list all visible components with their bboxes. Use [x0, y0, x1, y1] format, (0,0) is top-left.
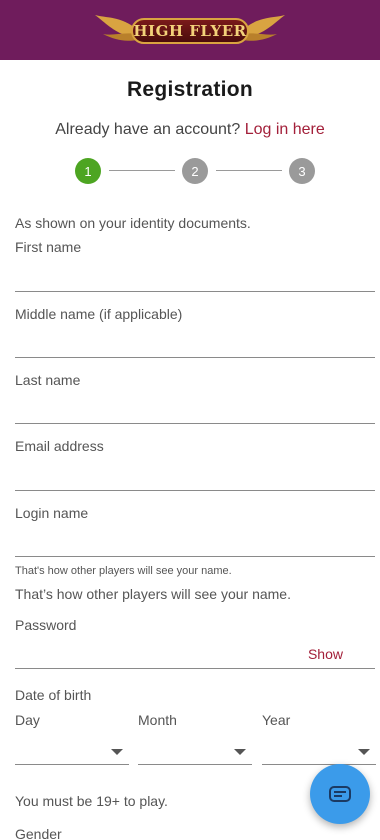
- site-header: HIGH FLYER: [0, 0, 380, 60]
- first-name-label: First name: [15, 239, 82, 255]
- gender-label: Gender: [15, 826, 62, 840]
- step-2: 2: [182, 158, 208, 184]
- year-select[interactable]: [262, 739, 376, 765]
- page-title: Registration: [126, 78, 254, 101]
- login-prompt-text: Already have an account?: [55, 121, 241, 138]
- chat-button[interactable]: [310, 764, 370, 824]
- chevron-down-icon: [111, 749, 123, 755]
- last-name-field[interactable]: [15, 398, 375, 424]
- email-label: Email address: [15, 438, 104, 454]
- step-1: 1: [75, 158, 101, 184]
- chevron-down-icon: [358, 749, 370, 755]
- show-password-button[interactable]: Show: [308, 646, 343, 662]
- login-name-field[interactable]: [15, 531, 375, 557]
- day-select[interactable]: [15, 739, 129, 765]
- login-link[interactable]: Log in here: [245, 121, 325, 138]
- dob-label: Date of birth: [15, 687, 92, 703]
- month-label: Month: [138, 712, 177, 728]
- email-field[interactable]: [15, 465, 375, 491]
- month-select[interactable]: [138, 739, 252, 765]
- login-name-note: That’s how other players will see your n…: [15, 586, 291, 602]
- age-requirement-note: You must be 19+ to play.: [15, 793, 168, 809]
- step-3: 3: [289, 158, 315, 184]
- middle-name-field[interactable]: [15, 332, 375, 358]
- logo-text: HIGH FLYER: [133, 22, 247, 40]
- middle-name-label: Middle name (if applicable): [15, 306, 183, 322]
- identity-note: As shown on your identity documents.: [15, 215, 251, 231]
- login-prompt: Already have an account? Log in here: [0, 121, 380, 139]
- password-label: Password: [15, 617, 77, 633]
- chat-bubble-icon: [329, 786, 351, 802]
- chevron-down-icon: [234, 749, 246, 755]
- first-name-field[interactable]: [15, 266, 375, 292]
- last-name-label: Last name: [15, 372, 81, 388]
- year-label: Year: [262, 712, 291, 728]
- login-name-label: Login name: [15, 505, 89, 521]
- step-connector: [109, 170, 175, 171]
- day-label: Day: [15, 712, 40, 728]
- brand-logo[interactable]: HIGH FLYER: [95, 10, 285, 50]
- logo-plate: HIGH FLYER: [131, 18, 249, 44]
- step-connector: [216, 170, 282, 171]
- login-name-helper: That's how other players will see your n…: [15, 565, 232, 577]
- registration-stepper: 1 2 3: [75, 158, 315, 184]
